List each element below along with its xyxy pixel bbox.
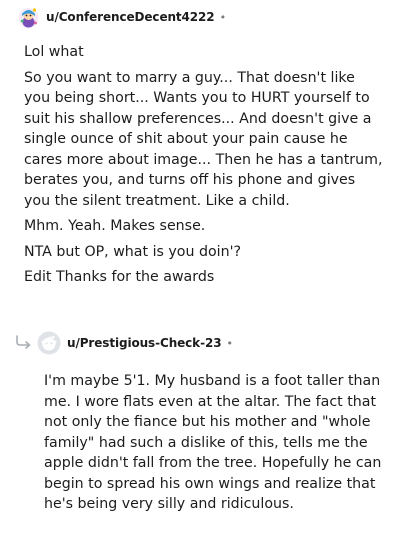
reply-header: u/Prestigious-Check-23 • [37, 331, 233, 355]
comment-body: Lol what So you want to marry a guy... T… [24, 42, 384, 288]
reply-body: I'm maybe 5'1. My husband is a foot tall… [44, 371, 384, 515]
comment-paragraph: Mhm. Yeah. Makes sense. [24, 218, 206, 234]
snoo-avatar-icon[interactable] [17, 6, 40, 29]
comment-paragraph: NTA but OP, what is you doin'? [24, 243, 242, 260]
comment-header: u/ConferenceDecent4222 • [17, 4, 226, 30]
comment-paragraph: So you want to marry a guy... That doesn… [24, 69, 383, 209]
reply-arrow-icon [14, 334, 34, 350]
comment-paragraph: Lol what [24, 44, 84, 60]
comment-paragraph: Edit Thanks for the awards [24, 269, 215, 285]
comment-username[interactable]: u/ConferenceDecent4222 [46, 10, 215, 24]
header-separator: • [219, 10, 227, 24]
default-avatar-icon[interactable] [37, 331, 61, 355]
reply-username[interactable]: u/Prestigious-Check-23 [67, 336, 222, 350]
header-separator: • [226, 336, 233, 350]
reply-paragraph: I'm maybe 5'1. My husband is a foot tall… [44, 373, 382, 512]
